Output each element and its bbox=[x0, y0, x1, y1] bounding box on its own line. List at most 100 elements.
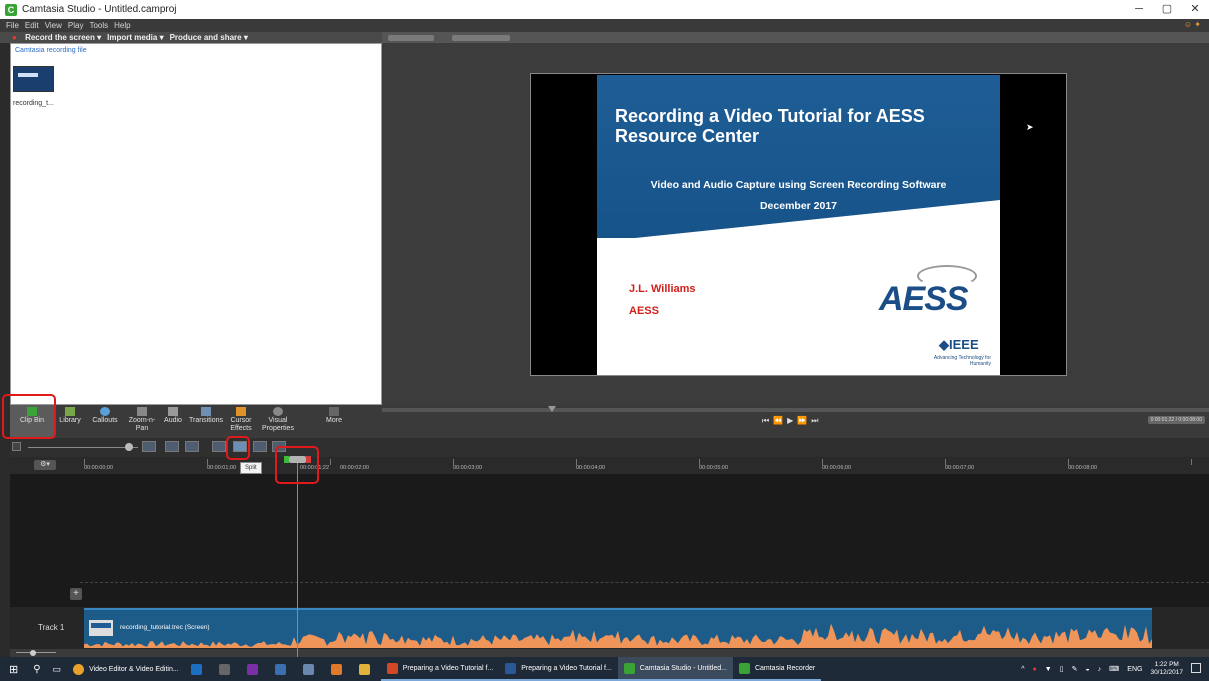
tray-app-icon[interactable]: ✎ bbox=[1072, 665, 1078, 673]
timeline-settings-icon[interactable]: ⚙▾ bbox=[34, 460, 56, 470]
menu-tools[interactable]: Tools bbox=[89, 21, 108, 30]
folder-icon bbox=[358, 663, 370, 675]
tool-audio[interactable]: Audio bbox=[160, 405, 186, 438]
slide-frame: Recording a Video Tutorial for AESS Reso… bbox=[597, 75, 1000, 375]
record-screen-button[interactable]: ● Record the screen ▾ bbox=[6, 33, 101, 42]
skip-forward-button[interactable]: ⏭ bbox=[811, 416, 818, 426]
menu-play[interactable]: Play bbox=[68, 21, 84, 30]
tool-cursor-effects[interactable]: Cursor Effects bbox=[226, 405, 256, 438]
timeline-ruler[interactable]: ⚙▾ 00:00:00;00 00:00:01;00 00:00:01;22 0… bbox=[10, 457, 1209, 474]
taskbar-onenote[interactable] bbox=[241, 657, 269, 681]
language-indicator[interactable]: ENG bbox=[1127, 666, 1142, 673]
menu-edit[interactable]: Edit bbox=[25, 21, 39, 30]
network-icon[interactable]: ◒ bbox=[1085, 666, 1089, 673]
taskbar-app-5[interactable] bbox=[297, 657, 325, 681]
maximize-button[interactable]: ▢ bbox=[1153, 0, 1181, 19]
minimize-button[interactable]: ─ bbox=[1125, 0, 1153, 19]
timeline-scrollbar[interactable] bbox=[10, 649, 1209, 657]
taskbar-camtasia-recorder[interactable]: Camtasia Recorder bbox=[732, 657, 822, 681]
slide-author: J.L. Williams bbox=[629, 283, 696, 295]
timeline-zoom-mini-knob[interactable] bbox=[30, 650, 36, 656]
transitions-icon bbox=[201, 407, 211, 416]
undo-button[interactable] bbox=[165, 441, 179, 452]
zoom-out-icon[interactable] bbox=[12, 442, 21, 451]
fast-forward-button[interactable]: ⏩ bbox=[797, 416, 807, 426]
volume-icon[interactable]: ♪ bbox=[1098, 666, 1102, 673]
playback-controls: ⏮ ⏪ ▶ ⏩ ⏭ bbox=[762, 416, 819, 426]
playhead-line bbox=[297, 457, 298, 657]
onenote-icon bbox=[246, 663, 258, 675]
highlight-playhead bbox=[275, 446, 319, 484]
notifications-icon[interactable] bbox=[1191, 663, 1201, 673]
menu-file[interactable]: File bbox=[6, 21, 19, 30]
task-toolbar: ● Record the screen ▾ Import media ▾ Pro… bbox=[0, 32, 382, 43]
windows-taskbar: ⊞ ⚲ ▭ Video Editor & Video Editin... Pre… bbox=[0, 657, 1209, 681]
redo-button[interactable] bbox=[185, 441, 199, 452]
taskbar-outlook[interactable] bbox=[185, 657, 213, 681]
show-hidden-icons-icon[interactable]: ^ bbox=[1021, 666, 1024, 673]
window-controls: ─ ▢ ✕ bbox=[1125, 0, 1209, 19]
preview-scrubber[interactable] bbox=[382, 408, 1209, 412]
clock-time: 1:22 PM bbox=[1154, 661, 1179, 668]
feedback-icon[interactable]: ☺ ✦ bbox=[1184, 20, 1201, 29]
canvas-size-dropdown[interactable] bbox=[388, 34, 434, 41]
rewind-button[interactable]: ⏪ bbox=[773, 416, 783, 426]
menu-bar: File Edit View Play Tools Help ☺ ✦ bbox=[0, 19, 1209, 32]
timeline-tracks-area[interactable]: + bbox=[10, 474, 1209, 607]
tray-app-icon[interactable]: ▼ bbox=[1045, 666, 1052, 673]
zoom-slider-knob[interactable] bbox=[125, 443, 133, 451]
produce-share-button[interactable]: Produce and share ▾ bbox=[170, 33, 248, 42]
ieee-tagline: Advancing Technology for Humanity bbox=[933, 355, 991, 367]
clock[interactable]: 1:22 PM 30/12/2017 bbox=[1150, 661, 1183, 677]
tool-zoom-n-pan[interactable]: Zoom-n-Pan bbox=[124, 405, 160, 438]
start-button[interactable]: ⊞ bbox=[0, 657, 27, 681]
aess-logo: AESS bbox=[879, 280, 969, 318]
taskbar-chrome[interactable]: Video Editor & Video Editin... bbox=[67, 657, 185, 681]
clip-thumbnail[interactable] bbox=[13, 66, 54, 92]
zoom-in-icon[interactable] bbox=[142, 441, 156, 452]
track-divider bbox=[80, 582, 1209, 583]
copy-button[interactable] bbox=[253, 441, 267, 452]
powerpoint-icon bbox=[386, 662, 398, 674]
preview-canvas[interactable]: Recording a Video Tutorial for AESS Reso… bbox=[530, 73, 1067, 376]
cut-button[interactable] bbox=[212, 441, 226, 452]
callouts-icon bbox=[100, 407, 110, 416]
play-button[interactable]: ▶ bbox=[787, 416, 793, 426]
clip-label: recording_tutorial.trec (Screen) bbox=[120, 624, 210, 631]
keyboard-icon[interactable]: ⌨ bbox=[1109, 665, 1119, 673]
timeline-zoom-mini-slider[interactable] bbox=[16, 652, 56, 653]
search-icon[interactable]: ⚲ bbox=[27, 657, 46, 681]
system-tray: ^ ● ▼ ▯ ✎ ◒ ♪ ⌨ ENG 1:22 PM 30/12/2017 bbox=[1017, 657, 1209, 681]
taskbar-app-6[interactable] bbox=[325, 657, 353, 681]
import-media-button[interactable]: Import media ▾ bbox=[107, 33, 163, 42]
taskbar-explorer[interactable] bbox=[353, 657, 381, 681]
tool-transitions[interactable]: Transitions bbox=[186, 405, 226, 438]
zoom-slider[interactable] bbox=[28, 447, 138, 448]
tray-app-icon[interactable]: ▯ bbox=[1060, 665, 1064, 673]
ruler-label: 00:00:03;00 bbox=[453, 465, 483, 471]
clip-bin-panel: Camtasia recording file recording_t... bbox=[10, 43, 382, 405]
ruler-tick bbox=[330, 459, 331, 465]
skip-back-button[interactable]: ⏮ bbox=[762, 416, 769, 426]
app-icon bbox=[274, 663, 286, 675]
tool-visual-properties[interactable]: Visual Properties bbox=[256, 405, 300, 438]
menu-view[interactable]: View bbox=[45, 21, 62, 30]
add-track-button[interactable]: + bbox=[70, 588, 82, 600]
tray-app-icon[interactable]: ● bbox=[1033, 666, 1037, 673]
tool-library-label: Library bbox=[59, 417, 81, 424]
task-view-icon[interactable]: ▭ bbox=[47, 657, 68, 681]
ruler-label: 00:00:07;00 bbox=[945, 465, 975, 471]
tool-library[interactable]: Library bbox=[54, 405, 86, 438]
tool-transitions-label: Transitions bbox=[189, 417, 223, 424]
taskbar-app-4[interactable] bbox=[269, 657, 297, 681]
zoom-dropdown[interactable] bbox=[452, 34, 510, 41]
taskbar-camtasia-studio[interactable]: Camtasia Studio - Untitled... bbox=[617, 657, 733, 681]
menu-help[interactable]: Help bbox=[114, 21, 130, 30]
timeline-clip[interactable]: recording_tutorial.trec (Screen) bbox=[84, 608, 1152, 648]
tool-callouts[interactable]: Callouts bbox=[86, 405, 124, 438]
taskbar-powerpoint[interactable]: Preparing a Video Tutorial f... bbox=[380, 657, 500, 681]
close-button[interactable]: ✕ bbox=[1181, 0, 1209, 19]
taskbar-word[interactable]: Preparing a Video Tutorial f... bbox=[499, 657, 618, 681]
taskbar-app-2[interactable] bbox=[213, 657, 241, 681]
tool-more[interactable]: More bbox=[314, 405, 354, 438]
